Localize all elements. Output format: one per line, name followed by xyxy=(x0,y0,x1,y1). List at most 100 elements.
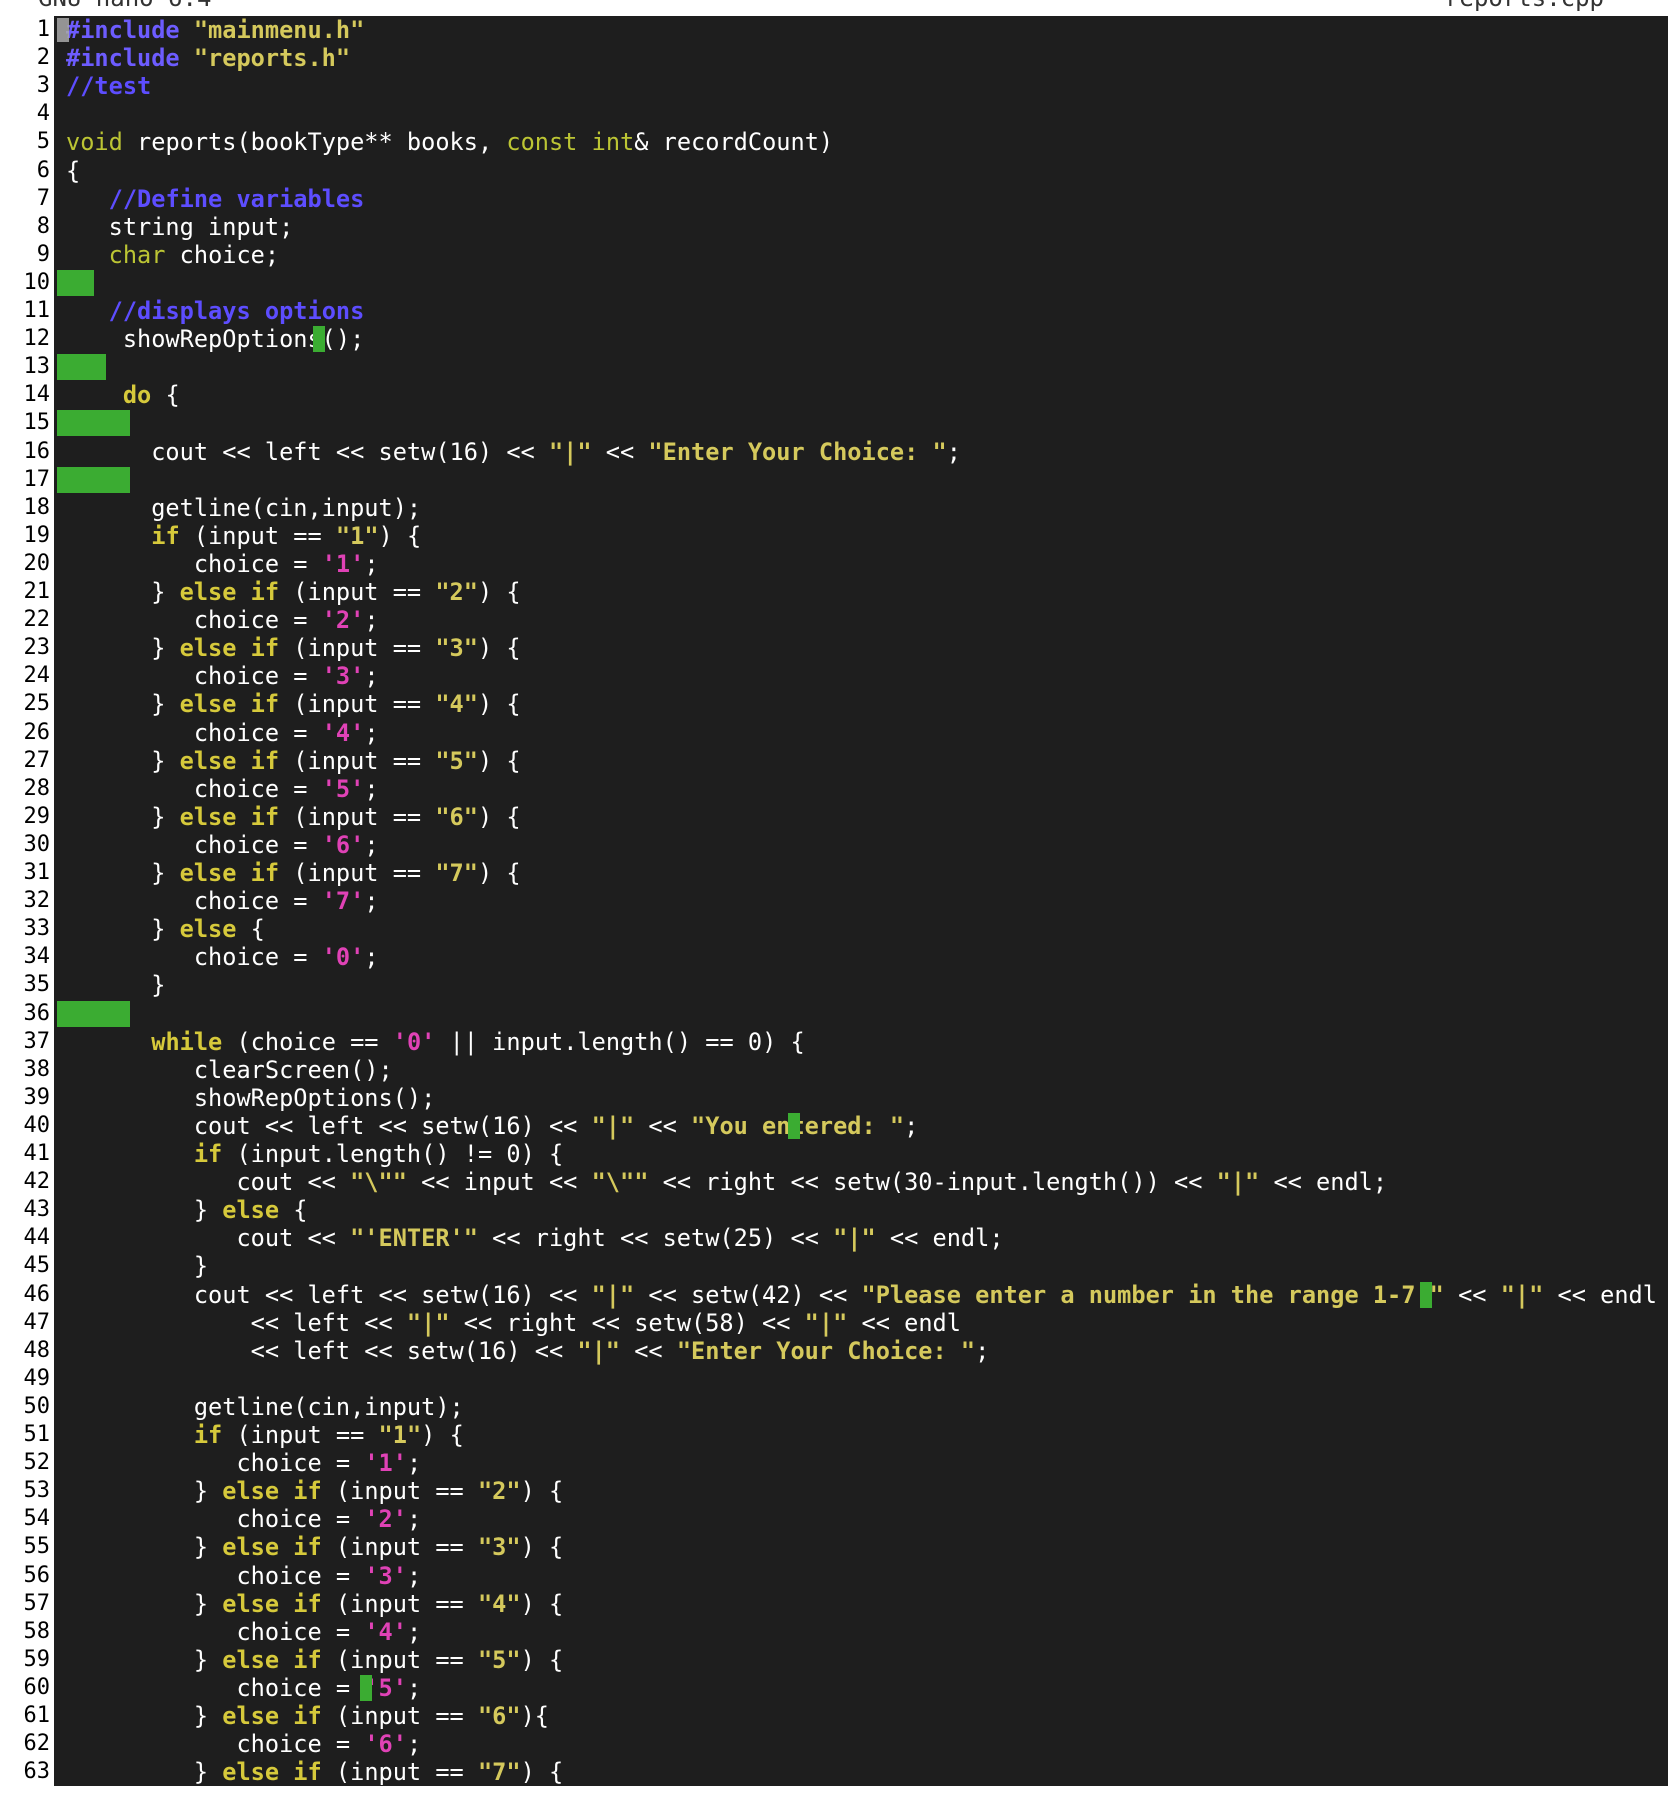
code-token: ) { xyxy=(520,1758,564,1786)
code-token: choice; xyxy=(165,240,280,269)
code-token: else if xyxy=(222,1702,322,1730)
code-token: } xyxy=(66,578,180,606)
code-line[interactable]: } else if (input == "7") { xyxy=(66,859,521,887)
code-line[interactable]: { xyxy=(66,157,80,185)
code-line[interactable]: } else if (input == "3") { xyxy=(66,1533,563,1561)
code-line[interactable]: choice = '2'; xyxy=(66,1505,421,1533)
line-number: 45 xyxy=(23,1253,51,1279)
code-line[interactable]: } else if (input == "7") { xyxy=(66,1758,563,1786)
code-line[interactable]: choice = '3'; xyxy=(66,662,379,690)
code-line[interactable]: choice = '6'; xyxy=(66,1730,421,1758)
line-number: 17 xyxy=(23,466,51,492)
code-line[interactable]: } else if (input == "4") { xyxy=(66,690,520,719)
code-line[interactable]: #include "mainmenu.h" xyxy=(66,16,364,44)
code-token: ) { xyxy=(477,859,521,887)
code-token: } xyxy=(66,1533,223,1562)
code-token: (input == xyxy=(279,746,436,775)
code-line[interactable]: char choice; xyxy=(66,241,279,269)
code-token: showRepOptions(); xyxy=(66,1083,436,1112)
line-number: 52 xyxy=(23,1450,51,1476)
code-line[interactable]: << left << setw(16) << "|" << "Enter You… xyxy=(66,1336,990,1365)
code-line[interactable]: } xyxy=(66,971,165,999)
code-line[interactable]: clearScreen(); xyxy=(66,1056,393,1084)
code-editor[interactable]: #include "mainmenu.h" #include "reports.h… xyxy=(54,16,1668,1786)
code-line[interactable]: if (input == "1") { xyxy=(66,1421,464,1449)
code-token: "Enter Your Choice: " xyxy=(676,1336,976,1365)
code-line[interactable]: string input; xyxy=(66,213,294,241)
code-token: (input == xyxy=(279,578,436,606)
code-line[interactable]: choice = '1'; xyxy=(66,1449,421,1477)
code-token: #include xyxy=(66,44,180,73)
code-line[interactable]: cout << "\"" << input << "\"" << right <… xyxy=(66,1168,1387,1196)
code-token: ; xyxy=(406,1505,422,1534)
code-line[interactable]: } else if (input == "6"){ xyxy=(66,1702,549,1730)
line-number: 37 xyxy=(23,1028,51,1054)
code-line[interactable]: do { xyxy=(66,381,180,409)
code-line[interactable]: choice = '0'; xyxy=(66,943,379,971)
code-line[interactable]: } else if (input == "5") { xyxy=(66,746,520,775)
code-line[interactable]: //Define variables xyxy=(66,184,365,213)
code-line[interactable]: } else if (input == "2") { xyxy=(66,578,520,606)
code-token: "1" xyxy=(335,521,379,550)
line-number: 46 xyxy=(23,1281,51,1307)
code-line[interactable]: choice = '7'; xyxy=(66,887,379,915)
code-line[interactable]: cout << "'ENTER'" << right << setw(25) <… xyxy=(66,1224,1003,1253)
code-line[interactable]: if (input.length() != 0) { xyxy=(66,1140,563,1168)
code-line[interactable]: << left << "|" << right << setw(58) << "… xyxy=(66,1309,961,1337)
code-token: ; xyxy=(406,1449,422,1478)
code-line[interactable]: } else { xyxy=(66,1196,308,1224)
code-token: ; xyxy=(406,1673,422,1702)
code-line[interactable]: } else if (input == "4") { xyxy=(66,1590,563,1618)
code-token: else if xyxy=(179,690,280,719)
code-line[interactable]: while (choice == '0' || input.length() =… xyxy=(66,1028,804,1056)
code-line[interactable]: getline(cin,input); xyxy=(66,494,421,522)
code-token: ; xyxy=(364,606,379,635)
code-token: "|" xyxy=(591,1280,635,1309)
code-line[interactable]: showRepOptions(); xyxy=(66,1083,436,1112)
code-line[interactable]: choice = '3'; xyxy=(66,1562,421,1590)
code-line[interactable]: } else { xyxy=(66,915,265,943)
code-token: choice = xyxy=(66,718,322,747)
code-line[interactable]: } else if (input == "2") { xyxy=(66,1477,563,1505)
code-line[interactable]: getline(cin,input); xyxy=(66,1393,464,1421)
code-line[interactable]: cout << left << setw(16) << "|" << "Ente… xyxy=(66,438,961,466)
code-line[interactable]: #include "reports.h" xyxy=(66,44,350,72)
code-token: '6' xyxy=(321,830,365,859)
code-line[interactable]: void reports(bookType** books, const int… xyxy=(66,128,833,156)
code-token: //Define variables xyxy=(108,184,365,213)
code-line[interactable]: cout << left << setw(16) << "|" << setw(… xyxy=(66,1281,1657,1309)
whitespace-highlight xyxy=(57,269,94,296)
code-line[interactable]: choice = '1'; xyxy=(66,550,379,578)
code-token: "|" xyxy=(833,1224,876,1253)
code-token: ) { xyxy=(520,1645,564,1674)
code-token: << endl; xyxy=(1259,1168,1388,1197)
code-token: choice = xyxy=(66,1449,365,1478)
code-line[interactable]: choice = '6'; xyxy=(66,831,379,859)
code-line[interactable]: if (input == "1") { xyxy=(66,522,421,550)
code-token: << endl xyxy=(847,1308,961,1337)
code-line[interactable]: } else if (input == "3") { xyxy=(66,634,520,662)
code-token: "|" xyxy=(804,1308,848,1337)
code-token: else if xyxy=(222,1645,322,1674)
code-line[interactable]: choice = '2'; xyxy=(66,606,379,634)
code-line[interactable]: //displays options xyxy=(66,297,365,325)
code-token: if xyxy=(193,1421,223,1449)
code-token: "Enter Your Choice: " xyxy=(648,437,947,466)
code-line[interactable]: choice = '4'; xyxy=(66,1618,421,1646)
code-token: else if xyxy=(179,746,280,775)
code-token: ; xyxy=(406,1730,422,1759)
line-number: 56 xyxy=(23,1562,51,1588)
code-line[interactable]: //test xyxy=(66,72,151,100)
code-line[interactable]: } else if (input == "6") { xyxy=(66,803,520,831)
code-line[interactable]: choice = '5'; xyxy=(66,775,379,803)
code-token: "|" xyxy=(1216,1168,1260,1197)
line-number: 16 xyxy=(23,438,51,464)
code-token: ; xyxy=(406,1561,422,1590)
line-number: 15 xyxy=(23,410,51,436)
code-line[interactable]: } xyxy=(66,1252,208,1280)
code-line[interactable]: } else if (input == "5") { xyxy=(66,1646,563,1674)
code-line[interactable]: choice = '4'; xyxy=(66,719,379,747)
line-number: 58 xyxy=(23,1618,51,1644)
